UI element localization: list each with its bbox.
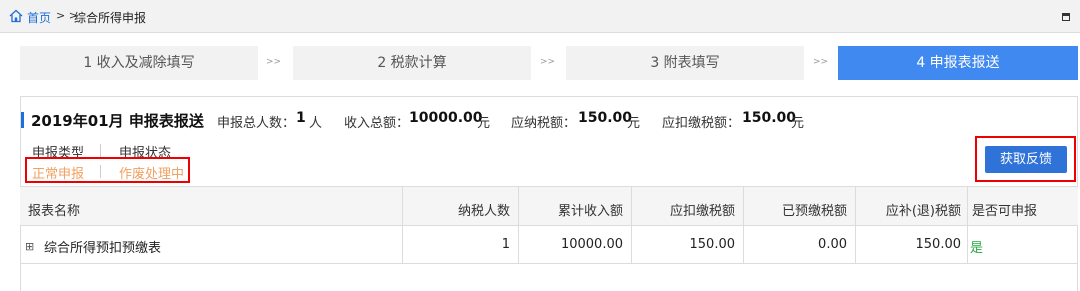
breadcrumb-home-link[interactable]: 首页 [27,9,51,26]
restore-window-icon[interactable] [1062,13,1070,21]
summary-income-value: 10000.00 [409,110,483,126]
col-header-prepaid: 已预缴税额 [781,204,847,219]
column-divider [967,186,968,263]
col-header-taxpayers: 纳税人数 [457,204,510,219]
col-header-income: 累计收入额 [557,204,623,219]
summary-withhold-label: 应扣缴税额： [662,116,741,131]
summary-tax-unit: 元 [627,116,641,131]
table-cell-prepaid: 0.00 [818,237,847,252]
summary-people-value: 1 [296,110,306,126]
get-feedback-button[interactable]: 获取反馈 [985,146,1067,173]
summary-income-label: 收入总额： [344,116,410,131]
step-schedule-fill[interactable]: 3 附表填写 [566,46,804,80]
summary-people-label: 申报总人数： [217,116,296,131]
step-submit-report[interactable]: 4 申报表报送 [838,46,1078,80]
declare-state-value: 作废处理中 [119,167,185,182]
status-divider [100,165,101,178]
summary-people-unit: 人 [309,116,323,131]
summary-withhold-value: 150.00 [742,110,797,126]
top-bar [0,0,1080,33]
summary-withhold-unit: 元 [791,116,805,131]
col-header-report-name: 报表名称 [28,204,81,219]
summary-income-unit: 元 [477,116,491,131]
step-income-deduction[interactable]: 1 收入及减除填写 [20,46,258,80]
step-tax-calculation[interactable]: 2 税款计算 [293,46,531,80]
title-accent-bar [21,112,24,128]
table-cell-income: 10000.00 [560,237,623,252]
declare-type-value: 正常申报 [32,167,85,182]
table-cell-taxpayers: 1 [501,237,510,252]
step-arrow-icon: >> [813,57,829,67]
table-cell-report-name: 综合所得预扣预缴表 [44,241,162,256]
col-header-withhold: 应扣缴税额 [669,204,735,219]
step-arrow-icon: >> [540,57,556,67]
table-cell-refund: 150.00 [915,237,962,252]
table-cell-can-declare: 是 [970,241,984,256]
expand-row-icon[interactable]: ⊞ [25,240,34,253]
breadcrumb-current: 综合所得申报 [74,11,147,25]
status-divider [100,144,101,157]
summary-tax-value: 150.00 [578,110,633,126]
col-header-can-declare: 是否可申报 [972,204,1038,219]
summary-tax-label: 应纳税额： [511,116,577,131]
panel-title: 2019年01月 申报表报送 [31,112,204,130]
table-cell-withhold: 150.00 [689,237,736,252]
col-header-refund: 应补(退)税额 [885,204,961,219]
step-arrow-icon: >> [266,57,282,67]
home-icon[interactable] [9,9,23,23]
table-row-divider [20,263,1078,264]
